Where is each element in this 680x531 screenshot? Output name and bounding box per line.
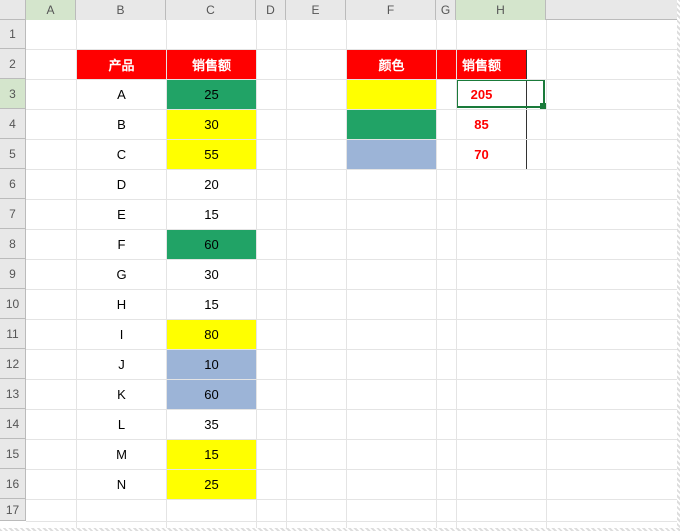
cell-product[interactable]: M <box>77 440 167 470</box>
cell-sum[interactable]: 70 <box>437 140 527 170</box>
cell-sales[interactable]: 30 <box>167 110 257 140</box>
cell-sales[interactable]: 60 <box>167 380 257 410</box>
cell-color-swatch[interactable] <box>347 80 437 110</box>
row-header-16[interactable]: 16 <box>0 469 26 499</box>
header-sales[interactable]: 销售额 <box>167 50 257 80</box>
grid-area[interactable]: 产品 销售额 A25B30C55D20E15F60G30H15I80J10K60… <box>26 20 680 531</box>
cell-sum[interactable]: 85 <box>437 110 527 140</box>
row-header-11[interactable]: 11 <box>0 319 26 349</box>
cell-product[interactable]: E <box>77 200 167 230</box>
row-header-2[interactable]: 2 <box>0 49 26 79</box>
column-header-F[interactable]: F <box>346 0 436 20</box>
header-product[interactable]: 产品 <box>77 50 167 80</box>
row-header-13[interactable]: 13 <box>0 379 26 409</box>
header-sales-sum[interactable]: 销售额 <box>437 50 527 80</box>
row-header-6[interactable]: 6 <box>0 169 26 199</box>
cell-product[interactable]: G <box>77 260 167 290</box>
row-header-4[interactable]: 4 <box>0 109 26 139</box>
cell-product[interactable]: L <box>77 410 167 440</box>
cell-sales[interactable]: 25 <box>167 80 257 110</box>
row-header-3[interactable]: 3 <box>0 79 26 109</box>
cell-color-swatch[interactable] <box>347 110 437 140</box>
cell-product[interactable]: D <box>77 170 167 200</box>
cell-product[interactable]: N <box>77 470 167 500</box>
cell-sales[interactable]: 10 <box>167 350 257 380</box>
spreadsheet-sheet: ABCDEFGH 1234567891011121314151617 产品 销售… <box>0 0 680 531</box>
row-header-12[interactable]: 12 <box>0 349 26 379</box>
header-color[interactable]: 颜色 <box>347 50 437 80</box>
row-header-14[interactable]: 14 <box>0 409 26 439</box>
cell-sales[interactable]: 15 <box>167 440 257 470</box>
cell-product[interactable]: A <box>77 80 167 110</box>
cell-sales[interactable]: 60 <box>167 230 257 260</box>
row-header-10[interactable]: 10 <box>0 289 26 319</box>
cell-product[interactable]: K <box>77 380 167 410</box>
cell-sales[interactable]: 20 <box>167 170 257 200</box>
cell-sales[interactable]: 15 <box>167 290 257 320</box>
row-header-5[interactable]: 5 <box>0 139 26 169</box>
column-header-E[interactable]: E <box>286 0 346 20</box>
column-header-H[interactable]: H <box>456 0 546 20</box>
cell-sales[interactable]: 25 <box>167 470 257 500</box>
cell-product[interactable]: I <box>77 320 167 350</box>
column-header-C[interactable]: C <box>166 0 256 20</box>
column-header-A[interactable]: A <box>26 0 76 20</box>
column-headers: ABCDEFGH <box>0 0 680 20</box>
cell-sales[interactable]: 55 <box>167 140 257 170</box>
cell-product[interactable]: F <box>77 230 167 260</box>
row-header-1[interactable]: 1 <box>0 20 26 49</box>
cell-sum[interactable]: 205 <box>437 80 527 110</box>
cell-sales[interactable]: 35 <box>167 410 257 440</box>
cell-product[interactable]: C <box>77 140 167 170</box>
row-header-15[interactable]: 15 <box>0 439 26 469</box>
row-header-7[interactable]: 7 <box>0 199 26 229</box>
cell-sales[interactable]: 15 <box>167 200 257 230</box>
row-headers: 1234567891011121314151617 <box>0 20 26 521</box>
column-header-B[interactable]: B <box>76 0 166 20</box>
cell-color-swatch[interactable] <box>347 140 437 170</box>
row-header-9[interactable]: 9 <box>0 259 26 289</box>
cell-product[interactable]: J <box>77 350 167 380</box>
row-header-17[interactable]: 17 <box>0 499 26 521</box>
column-header-D[interactable]: D <box>256 0 286 20</box>
column-header-G[interactable]: G <box>436 0 456 20</box>
row-header-8[interactable]: 8 <box>0 229 26 259</box>
cell-sales[interactable]: 80 <box>167 320 257 350</box>
cell-sales[interactable]: 30 <box>167 260 257 290</box>
select-all-corner[interactable] <box>0 0 26 20</box>
cell-product[interactable]: H <box>77 290 167 320</box>
cell-product[interactable]: B <box>77 110 167 140</box>
